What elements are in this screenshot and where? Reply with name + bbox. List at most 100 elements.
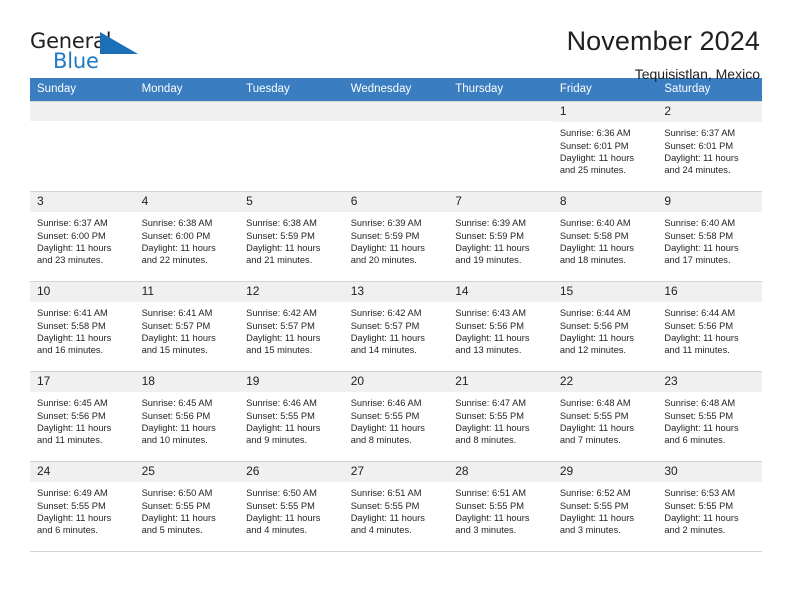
day-cell-inner: 17 Sunrise: 6:45 AM Sunset: 5:56 PM Dayligh… — [30, 372, 135, 461]
day-sun-details: Sunrise: 6:46 AM Sunset: 5:55 PM Daylight:… — [344, 392, 449, 447]
day-cell-inner: 18 Sunrise: 6:45 AM Sunset: 5:56 PM Dayligh… — [134, 372, 240, 461]
calendar-day-cell[interactable]: 29 Sunrise: 6:52 AM Sunset: 5:55 PM Dayligh… — [552, 461, 658, 552]
sunset-time: Sunset: 5:55 PM — [455, 410, 524, 421]
sunrise-time: Sunrise: 6:37 AM — [664, 128, 736, 139]
sunrise-time: Sunrise: 6:51 AM — [455, 488, 527, 499]
calendar-day-cell[interactable]: 23 Sunrise: 6:48 AM Sunset: 5:55 PM Dayligh… — [657, 371, 762, 462]
weekday-header-tuesday: Tuesday — [239, 78, 344, 102]
general-blue-logo[interactable]: General Blue — [30, 26, 142, 78]
day-cell-inner — [343, 102, 449, 191]
day-cell-inner: 7 Sunrise: 6:39 AM Sunset: 5:59 PM Daylight… — [448, 192, 553, 281]
daylight-duration: Daylight: 11 hours and 20 minutes. — [350, 243, 425, 266]
calendar-day-cell[interactable]: 15 Sunrise: 6:44 AM Sunset: 5:56 PM Dayligh… — [552, 281, 658, 372]
calendar-day-cell[interactable]: 30 Sunrise: 6:53 AM Sunset: 5:55 PM Dayligh… — [657, 461, 762, 552]
sunrise-time: Sunrise: 6:45 AM — [37, 398, 108, 409]
day-number: 7 — [448, 192, 553, 213]
daylight-duration: Daylight: 11 hours and 4 minutes. — [350, 513, 425, 536]
day-sun-details: Sunrise: 6:48 AM Sunset: 5:55 PM Daylight:… — [657, 392, 762, 447]
daylight-duration: Daylight: 11 hours and 12 minutes. — [559, 333, 635, 356]
calendar-day-cell[interactable]: 4 Sunrise: 6:38 AM Sunset: 6:00 PM Daylight… — [134, 191, 240, 282]
calendar-day-cell[interactable]: 27 Sunrise: 6:51 AM Sunset: 5:55 PM Dayligh… — [343, 461, 449, 552]
day-sun-details: Sunrise: 6:41 AM Sunset: 5:57 PM Daylight:… — [135, 302, 240, 357]
day-sun-details: Sunrise: 6:38 AM Sunset: 5:59 PM Daylight:… — [239, 212, 344, 267]
sunset-time: Sunset: 5:55 PM — [664, 410, 734, 421]
day-cell-inner: 10 Sunrise: 6:41 AM Sunset: 5:58 PM Dayligh… — [30, 282, 135, 371]
daylight-duration: Daylight: 11 hours and 11 minutes. — [37, 423, 112, 446]
calendar-day-cell[interactable]: 5 Sunrise: 6:38 AM Sunset: 5:59 PM Daylight… — [239, 191, 344, 282]
day-cell-inner: 5 Sunrise: 6:38 AM Sunset: 5:59 PM Daylight… — [239, 192, 344, 281]
day-number: 11 — [134, 282, 240, 303]
sunset-time: Sunset: 5:56 PM — [559, 320, 629, 331]
day-number: 13 — [343, 282, 449, 303]
day-sun-details: Sunrise: 6:41 AM Sunset: 5:58 PM Daylight:… — [30, 302, 135, 357]
day-cell-inner: 16 Sunrise: 6:44 AM Sunset: 5:56 PM Dayligh… — [657, 282, 762, 371]
calendar-day-cell[interactable]: 24 Sunrise: 6:49 AM Sunset: 5:55 PM Dayligh… — [30, 461, 135, 552]
daylight-duration: Daylight: 11 hours and 11 minutes. — [664, 333, 739, 356]
calendar-day-cell[interactable]: 10 Sunrise: 6:41 AM Sunset: 5:58 PM Dayligh… — [30, 281, 135, 372]
calendar-day-cell[interactable]: 11 Sunrise: 6:41 AM Sunset: 5:57 PM Dayligh… — [134, 281, 240, 372]
calendar-day-cell[interactable]: 14 Sunrise: 6:43 AM Sunset: 5:56 PM Dayligh… — [448, 281, 553, 372]
calendar-day-cell[interactable]: 9 Sunrise: 6:40 AM Sunset: 5:58 PM Daylight… — [657, 191, 762, 282]
daylight-duration: Daylight: 11 hours and 8 minutes. — [350, 423, 425, 446]
day-cell-inner: 23 Sunrise: 6:48 AM Sunset: 5:55 PM Dayligh… — [657, 372, 762, 461]
calendar-day-cell[interactable]: 3 Sunrise: 6:37 AM Sunset: 6:00 PM Daylight… — [30, 191, 135, 282]
sunset-time: Sunset: 5:58 PM — [664, 230, 734, 241]
day-sun-details: Sunrise: 6:45 AM Sunset: 5:56 PM Daylight:… — [30, 392, 135, 447]
day-number: 8 — [552, 192, 658, 213]
sunrise-time: Sunrise: 6:42 AM — [246, 308, 317, 319]
day-cell-inner: 26 Sunrise: 6:50 AM Sunset: 5:55 PM Dayligh… — [239, 462, 344, 551]
day-number: 14 — [448, 282, 553, 303]
day-number: 22 — [552, 372, 658, 393]
sunset-time: Sunset: 5:59 PM — [246, 230, 315, 241]
day-cell-inner: 8 Sunrise: 6:40 AM Sunset: 5:58 PM Daylight… — [552, 192, 658, 281]
calendar-day-cell[interactable]: 20 Sunrise: 6:46 AM Sunset: 5:55 PM Dayligh… — [343, 371, 449, 462]
day-number: 5 — [239, 192, 344, 213]
sunset-time: Sunset: 5:55 PM — [246, 410, 315, 421]
weekday-header-sunday: Sunday — [30, 78, 135, 102]
day-sun-details: Sunrise: 6:40 AM Sunset: 5:58 PM Daylight:… — [657, 212, 762, 267]
calendar-day-cell[interactable]: 21 Sunrise: 6:47 AM Sunset: 5:55 PM Dayligh… — [448, 371, 553, 462]
calendar-day-cell[interactable]: 2 Sunrise: 6:37 AM Sunset: 6:01 PM Daylight… — [657, 101, 762, 192]
day-cell-inner: 30 Sunrise: 6:53 AM Sunset: 5:55 PM Dayligh… — [657, 462, 762, 551]
day-number: 4 — [134, 192, 240, 213]
calendar-day-cell[interactable]: 26 Sunrise: 6:50 AM Sunset: 5:55 PM Dayligh… — [239, 461, 344, 552]
calendar-grid: Sunday Monday Tuesday Wednesday Thursday Frid… — [30, 78, 762, 552]
sunset-time: Sunset: 5:57 PM — [350, 320, 420, 331]
calendar-day-cell[interactable]: 16 Sunrise: 6:44 AM Sunset: 5:56 PM Dayligh… — [657, 281, 762, 372]
sunrise-time: Sunrise: 6:43 AM — [455, 308, 527, 319]
day-number: 19 — [239, 372, 344, 393]
day-sun-details: Sunrise: 6:37 AM Sunset: 6:01 PM Daylight:… — [657, 122, 762, 177]
calendar-week-row: 3 Sunrise: 6:37 AM Sunset: 6:00 PM Daylight… — [30, 191, 762, 282]
sunrise-time: Sunrise: 6:48 AM — [664, 398, 736, 409]
calendar-day-cell[interactable]: 22 Sunrise: 6:48 AM Sunset: 5:55 PM Dayligh… — [552, 371, 658, 462]
calendar-day-cell[interactable]: 8 Sunrise: 6:40 AM Sunset: 5:58 PM Daylight… — [552, 191, 658, 282]
day-sun-details: Sunrise: 6:36 AM Sunset: 6:01 PM Daylight:… — [553, 122, 658, 177]
calendar-day-cell[interactable]: 19 Sunrise: 6:46 AM Sunset: 5:55 PM Dayligh… — [239, 371, 344, 462]
daylight-duration: Daylight: 11 hours and 25 minutes. — [559, 153, 635, 176]
sunrise-time: Sunrise: 6:45 AM — [141, 398, 213, 409]
daylight-duration: Daylight: 11 hours and 15 minutes. — [246, 333, 321, 356]
calendar-day-cell[interactable]: 18 Sunrise: 6:45 AM Sunset: 5:56 PM Dayligh… — [134, 371, 240, 462]
sunset-time: Sunset: 5:58 PM — [37, 320, 106, 331]
calendar-day-cell[interactable]: 1 Sunrise: 6:36 AM Sunset: 6:01 PM Daylight… — [552, 101, 658, 192]
sunrise-time: Sunrise: 6:49 AM — [37, 488, 108, 499]
calendar-day-cell[interactable]: 6 Sunrise: 6:39 AM Sunset: 5:59 PM Daylight… — [343, 191, 449, 282]
day-number: 20 — [343, 372, 449, 393]
daylight-duration: Daylight: 11 hours and 6 minutes. — [664, 423, 739, 446]
calendar-day-cell[interactable]: 7 Sunrise: 6:39 AM Sunset: 5:59 PM Daylight… — [448, 191, 553, 282]
daylight-duration: Daylight: 11 hours and 9 minutes. — [246, 423, 321, 446]
day-sun-details: Sunrise: 6:47 AM Sunset: 5:55 PM Daylight:… — [448, 392, 553, 447]
daylight-duration: Daylight: 11 hours and 17 minutes. — [664, 243, 739, 266]
calendar-day-cell[interactable]: 28 Sunrise: 6:51 AM Sunset: 5:55 PM Dayligh… — [448, 461, 553, 552]
day-cell-inner: 24 Sunrise: 6:49 AM Sunset: 5:55 PM Dayligh… — [30, 462, 135, 551]
triangle-flag-icon — [100, 32, 138, 54]
calendar-day-cell[interactable]: 12 Sunrise: 6:42 AM Sunset: 5:57 PM Dayligh… — [239, 281, 344, 372]
sunset-time: Sunset: 5:55 PM — [350, 500, 420, 511]
calendar-day-cell-empty — [448, 101, 553, 192]
calendar-day-cell[interactable]: 25 Sunrise: 6:50 AM Sunset: 5:55 PM Dayligh… — [134, 461, 240, 552]
calendar-day-cell[interactable]: 17 Sunrise: 6:45 AM Sunset: 5:56 PM Dayligh… — [30, 371, 135, 462]
day-cell-inner: 3 Sunrise: 6:37 AM Sunset: 6:00 PM Daylight… — [30, 192, 135, 281]
day-sun-details: Sunrise: 6:38 AM Sunset: 6:00 PM Daylight:… — [135, 212, 240, 267]
daylight-duration: Daylight: 11 hours and 21 minutes. — [246, 243, 321, 266]
calendar-day-cell[interactable]: 13 Sunrise: 6:42 AM Sunset: 5:57 PM Dayligh… — [343, 281, 449, 372]
